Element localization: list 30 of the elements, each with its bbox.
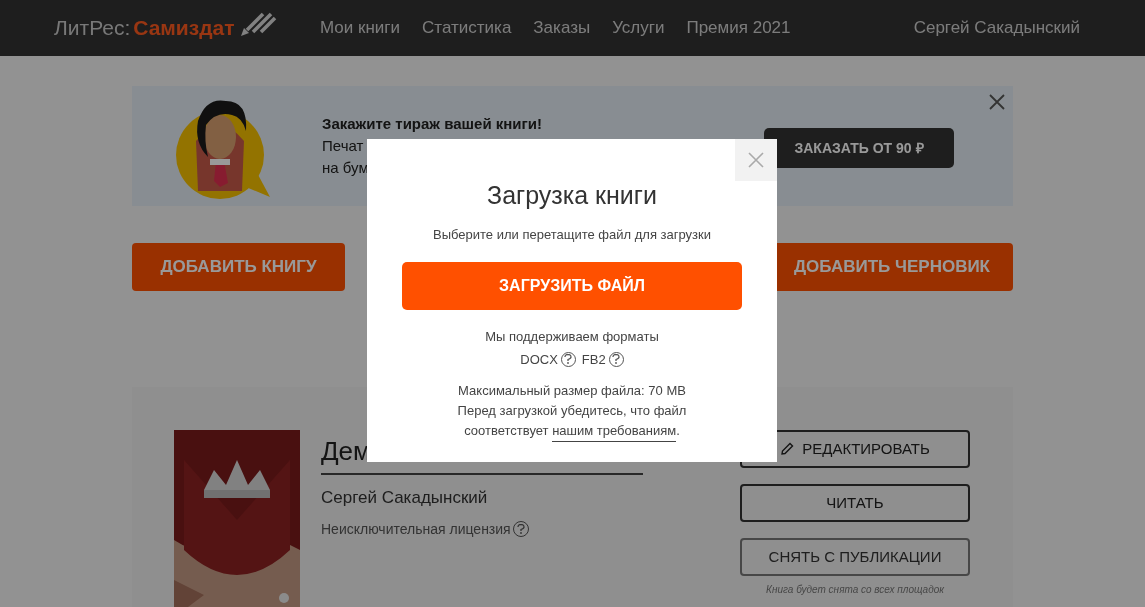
upload-button[interactable]: ЗАГРУЗИТЬ ФАЙЛ [402, 262, 742, 310]
license-text: Неисключительная лицензия [321, 519, 511, 539]
requirements-text: . [676, 422, 680, 440]
max-size-text: Максимальный размер файла: 70 MB [458, 382, 686, 400]
unpublish-note: Книга будет снята со всех площадок [765, 583, 945, 597]
close-icon[interactable] [989, 94, 1005, 110]
book-action-button[interactable]: ЧИТАТЬ [740, 484, 970, 522]
order-button[interactable]: ЗАКАЗАТЬ ОТ 90 ₽ [764, 128, 954, 168]
add-button[interactable]: ДОБАВИТЬ КНИГУ [132, 243, 345, 291]
format-name: DOCX [520, 350, 558, 369]
requirements-text: соответствует [464, 422, 550, 440]
close-icon [748, 152, 764, 168]
nav-link[interactable]: Статистика [422, 15, 512, 41]
formats-label: Мы поддерживаем форматы [485, 328, 659, 346]
book-action-button[interactable]: СНЯТЬ С ПУБЛИКАЦИИ [740, 538, 970, 576]
logo-brand[interactable]: ЛитРес: [54, 12, 131, 44]
nav-link[interactable]: Мои книги [320, 15, 401, 41]
banner-text: Печат [322, 136, 364, 156]
nav-link[interactable]: Премия 2021 [686, 15, 791, 41]
check-text: Перед загрузкой убедитесь, что файл [457, 402, 687, 420]
book-author: Сергей Сакадынский [321, 487, 489, 509]
user-name[interactable]: Сергей Сакадынский [913, 15, 1080, 41]
nav-link[interactable]: Услуги [612, 15, 665, 41]
dialog-subtitle: Выберите или перетащите файл для загрузки [433, 225, 711, 244]
dialog-title: Загрузка книги [487, 180, 657, 211]
logo-product[interactable]: Самиздат [133, 12, 235, 44]
nav-link[interactable]: Заказы [533, 15, 591, 41]
banner-title: Закажите тираж вашей книги! [322, 114, 543, 134]
format-name: FB2 [581, 350, 606, 369]
pencil-icon [780, 442, 795, 456]
